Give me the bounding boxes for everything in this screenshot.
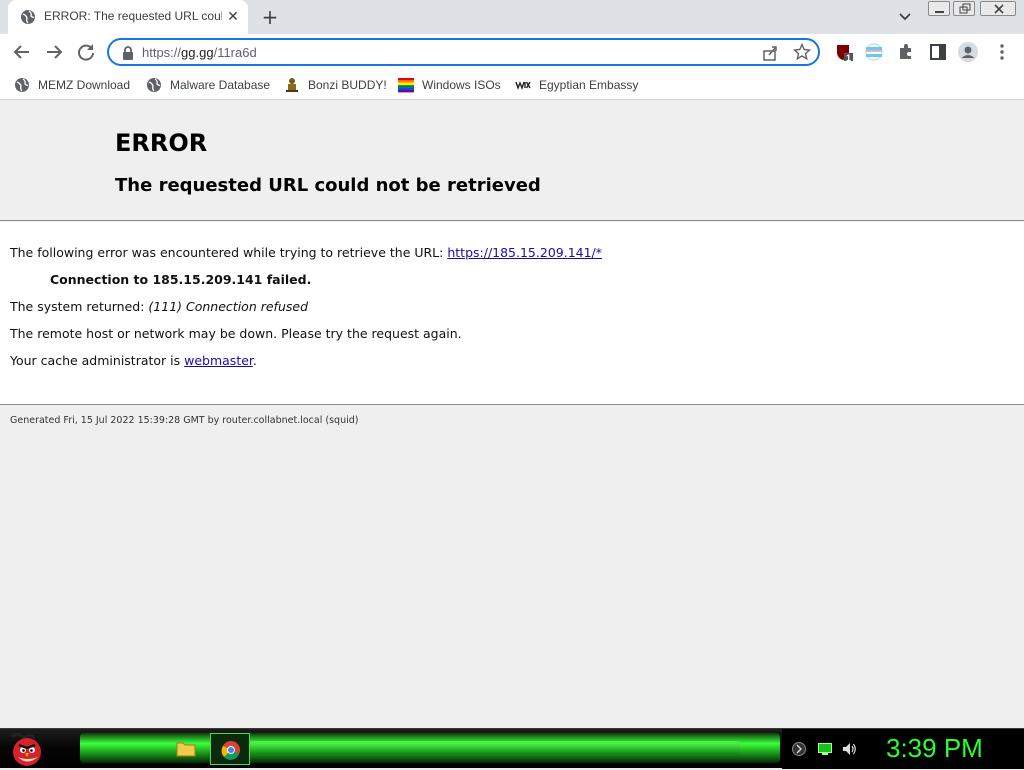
taskbar-clock[interactable]: 3:39 PM	[886, 733, 983, 764]
tab-title: ERROR: The requested URL could not be re…	[44, 9, 222, 23]
back-arrow-icon[interactable]	[10, 40, 34, 64]
bookmark-star-icon[interactable]	[793, 43, 811, 61]
connection-failed-message: Connection to 185.15.209.141 failed.	[50, 272, 312, 287]
bookmark-label: Bonzi BUDDY!	[308, 78, 387, 92]
page-title: ERROR	[115, 129, 208, 157]
lock-icon[interactable]	[121, 45, 135, 61]
extensions-puzzle-icon[interactable]	[896, 42, 916, 62]
chevron-down-icon[interactable]	[895, 9, 915, 25]
taskbar-glow-highlight	[250, 741, 740, 755]
minimize-button[interactable]	[928, 1, 950, 16]
bookmark-label: MEMZ Download	[38, 78, 131, 92]
system-returned-label: The system returned:	[10, 299, 149, 314]
cache-admin-line: Your cache administrator is webmaster.	[10, 353, 257, 368]
bookmark-memz-download[interactable]: MEMZ Download	[14, 76, 130, 94]
new-tab-button[interactable]: +	[258, 6, 282, 28]
taskbar: 3:39 PM	[0, 728, 1024, 769]
tab-close-icon[interactable]: ✕	[224, 8, 242, 26]
ublock-extension-icon[interactable]: 1	[834, 42, 854, 63]
webmaster-link[interactable]: webmaster	[184, 353, 253, 368]
system-returned-line: The system returned: (111) Connection re…	[10, 299, 308, 314]
page-subtitle: The requested URL could not be retrieved	[115, 175, 541, 196]
input-method-icon[interactable]	[792, 742, 806, 756]
profile-avatar-icon[interactable]	[958, 42, 978, 62]
bookmark-windows-isos[interactable]: Windows ISOs	[398, 76, 501, 94]
kebab-menu-icon[interactable]	[992, 42, 1012, 62]
close-icon	[994, 4, 1004, 14]
error-line-text: The following error was encountered whil…	[10, 245, 448, 260]
bonzi-icon	[286, 78, 298, 92]
bookmark-egyptian-embassy[interactable]: Egyptian Embassy	[515, 76, 638, 94]
cache-admin-label: Your cache administrator is	[10, 353, 185, 368]
error-line-url: The following error was encountered whil…	[10, 245, 602, 260]
windows-flag-icon	[398, 78, 414, 93]
bookmarks-bar: MEMZ Download Malware Database Bonzi BUD…	[0, 70, 1024, 100]
remote-host-message: The remote host or network may be down. …	[10, 326, 462, 341]
url-path: /11ra6d	[213, 45, 257, 60]
bookmark-bonzi-buddy[interactable]: Bonzi BUDDY!	[284, 76, 387, 94]
globe-icon	[147, 78, 161, 92]
url-host: gg.gg	[181, 45, 214, 60]
address-bar[interactable]: https://gg.gg/11ra6d	[107, 38, 820, 66]
bookmark-label: Malware Database	[170, 78, 271, 92]
folder-icon[interactable]	[176, 740, 196, 758]
minimize-icon	[935, 11, 944, 13]
forward-arrow-icon[interactable]	[42, 40, 66, 64]
extension-badge: 1	[846, 53, 852, 63]
angry-bird-start-icon[interactable]	[6, 730, 48, 768]
browser-toolbar: https://gg.gg/11ra6d 1	[0, 34, 1024, 70]
taskbar-chrome-button[interactable]	[210, 733, 250, 765]
system-tray: 3:39 PM	[782, 729, 1024, 769]
cache-admin-end: .	[252, 353, 257, 368]
network-monitor-icon[interactable]	[818, 743, 832, 755]
generated-footer: Generated Fri, 15 Jul 2022 15:39:28 GMT …	[10, 415, 359, 426]
tab-strip: ERROR: The requested URL could not be re…	[0, 0, 1024, 34]
url-scheme: https://	[142, 45, 182, 60]
restore-button[interactable]	[953, 1, 975, 16]
side-panel-icon[interactable]	[928, 42, 948, 62]
bookmark-label: Egyptian Embassy	[539, 78, 639, 92]
bookmark-label: Windows ISOs	[422, 78, 501, 92]
restore-icon	[959, 3, 971, 14]
page-content: ERROR The requested URL could not be ret…	[0, 101, 1024, 728]
globe-icon	[21, 10, 35, 24]
flag-extension-icon[interactable]	[864, 42, 884, 62]
error-header: ERROR The requested URL could not be ret…	[0, 101, 1024, 221]
globe-icon	[15, 78, 29, 92]
chrome-icon	[221, 741, 240, 760]
window-close-button[interactable]	[980, 1, 1016, 16]
wix-icon	[515, 81, 531, 91]
reload-icon[interactable]	[74, 40, 98, 64]
url-text[interactable]: https://gg.gg/11ra6d	[142, 45, 257, 60]
bookmark-malware-database[interactable]: Malware Database	[146, 76, 270, 94]
error-body: The following error was encountered whil…	[0, 222, 1024, 405]
share-icon[interactable]	[761, 44, 779, 62]
error-url-link[interactable]: https://185.15.209.141/*	[447, 245, 602, 260]
tab-active[interactable]: ERROR: The requested URL could not be re…	[8, 0, 248, 34]
system-error-code: (111) Connection refused	[148, 299, 308, 314]
volume-icon[interactable]	[841, 741, 857, 757]
